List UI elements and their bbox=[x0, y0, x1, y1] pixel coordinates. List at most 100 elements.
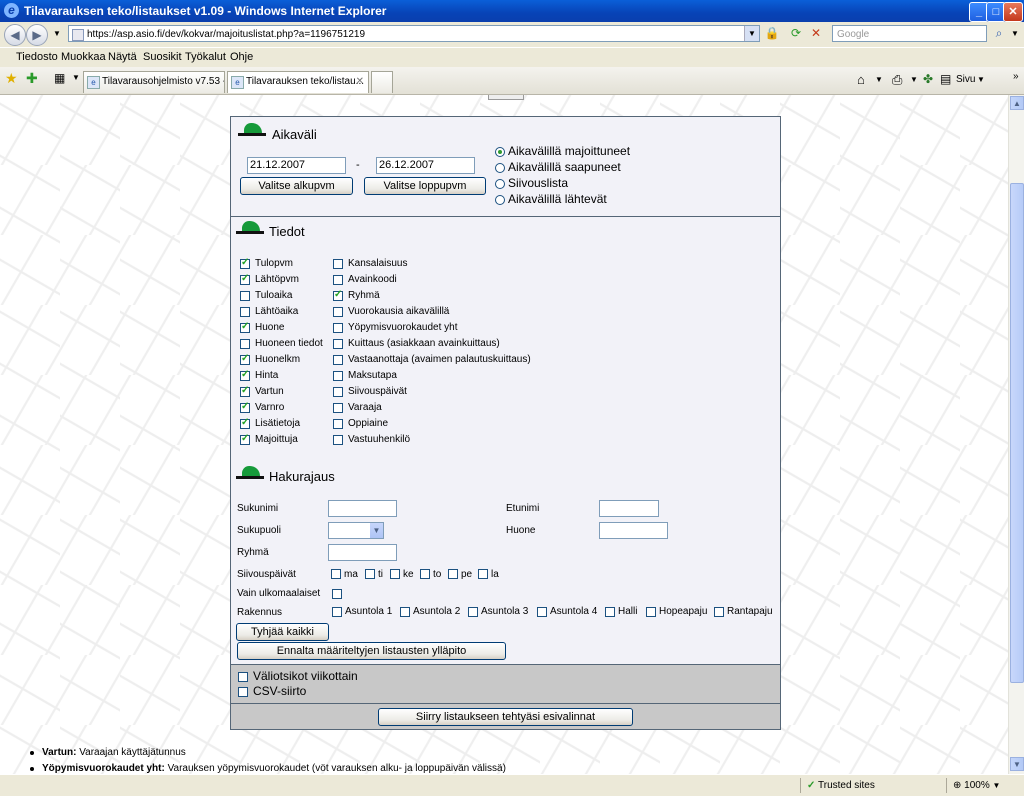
checkbox-9[interactable] bbox=[333, 403, 343, 413]
page-menu-label[interactable]: Sivu bbox=[956, 74, 975, 85]
etunimi-input[interactable] bbox=[599, 500, 659, 517]
building-checkbox-0[interactable] bbox=[332, 607, 342, 617]
checkbox-1[interactable] bbox=[333, 275, 343, 285]
checkbox-3[interactable] bbox=[333, 307, 343, 317]
submit-button[interactable]: Siirry listaukseen tehtyäsi esivalinnat bbox=[378, 708, 633, 726]
checkbox-0[interactable] bbox=[240, 257, 250, 269]
radio-majoittuneet[interactable] bbox=[495, 147, 505, 157]
menu-tyokalut[interactable]: Työkalut bbox=[185, 51, 226, 63]
address-input[interactable]: https://asp.asio.fi/dev/kokvar/majoitusl… bbox=[68, 25, 760, 42]
checkbox-5[interactable] bbox=[333, 339, 343, 349]
back-button[interactable]: ◀ bbox=[4, 24, 26, 46]
search-options-icon[interactable]: ▼ bbox=[1006, 25, 1024, 42]
building-checkbox-2[interactable] bbox=[468, 607, 478, 617]
day-checkbox-ke[interactable] bbox=[390, 569, 400, 579]
page-menu-icon[interactable]: ▤ bbox=[940, 72, 951, 86]
page-menu-dropdown-icon[interactable]: ▼ bbox=[977, 75, 985, 84]
day-checkbox-ma[interactable] bbox=[331, 569, 341, 579]
aikavali-section: Aikaväli 21.12.2007 - 26.12.2007 Valitse… bbox=[231, 117, 780, 217]
building-checkbox-4[interactable] bbox=[605, 607, 615, 617]
home-dropdown-icon[interactable]: ▼ bbox=[875, 75, 883, 84]
menu-muokkaa[interactable]: Muokkaa bbox=[61, 51, 106, 63]
note-text: Varauksen yöpymisvuorokaudet (vöt varauk… bbox=[164, 763, 506, 774]
start-date-input[interactable]: 21.12.2007 bbox=[247, 157, 346, 174]
day-checkbox-to[interactable] bbox=[420, 569, 430, 579]
checkbox-10[interactable] bbox=[240, 417, 250, 429]
scroll-down-icon[interactable]: ▼ bbox=[1010, 757, 1024, 771]
checkbox-10[interactable] bbox=[333, 419, 343, 429]
clear-all-button[interactable]: Tyhjää kaikki bbox=[236, 623, 329, 641]
search-input[interactable]: Google bbox=[832, 25, 987, 42]
menu-ohje[interactable]: Ohje bbox=[230, 51, 253, 63]
lock-icon[interactable]: 🔒 bbox=[763, 25, 781, 42]
checkbox-2[interactable] bbox=[240, 291, 250, 301]
menu-suosikit[interactable]: Suosikit bbox=[143, 51, 182, 63]
address-dropdown-icon[interactable]: ▼ bbox=[744, 26, 759, 41]
menu-nayta[interactable]: Näytä bbox=[108, 51, 137, 63]
vain-ulkomaalaiset-checkbox[interactable] bbox=[332, 589, 342, 599]
checkbox-11[interactable] bbox=[333, 435, 343, 445]
security-zone[interactable]: ✓ Trusted sites bbox=[800, 778, 947, 793]
stop-icon[interactable]: ✕ bbox=[807, 25, 825, 42]
radio-label: Aikavälillä saapuneet bbox=[508, 160, 621, 174]
print-icon[interactable]: ⎙ bbox=[892, 72, 902, 88]
tab-tilavarauksen-teko[interactable]: e Tilavarauksen teko/listau... ✕ bbox=[227, 71, 369, 93]
checkbox-7[interactable] bbox=[240, 369, 250, 381]
more-tools-icon[interactable]: » bbox=[1013, 71, 1019, 82]
add-favorite-icon[interactable]: ✚ bbox=[26, 70, 38, 87]
checkbox-6[interactable] bbox=[240, 353, 250, 365]
checkbox-7[interactable] bbox=[333, 371, 343, 381]
new-tab-button[interactable] bbox=[371, 71, 393, 93]
checkbox-11[interactable] bbox=[240, 433, 250, 445]
building-checkbox-1[interactable] bbox=[400, 607, 410, 617]
building-checkbox-6[interactable] bbox=[714, 607, 724, 617]
chevron-down-icon: ▼ bbox=[370, 523, 383, 538]
valiotsikot-checkbox[interactable] bbox=[238, 672, 248, 682]
scroll-thumb[interactable] bbox=[1010, 183, 1024, 683]
predefined-lists-button[interactable]: Ennalta määriteltyjen listausten ylläpit… bbox=[237, 642, 506, 660]
ryhma-input[interactable] bbox=[328, 544, 397, 561]
checkbox-3[interactable] bbox=[240, 307, 250, 317]
checkbox-5[interactable] bbox=[240, 339, 250, 349]
home-icon[interactable]: ⌂ bbox=[857, 72, 865, 87]
sukunimi-input[interactable] bbox=[328, 500, 397, 517]
menu-tiedosto[interactable]: Tiedosto bbox=[16, 51, 58, 63]
radio-siivouslista[interactable] bbox=[495, 179, 505, 189]
day-checkbox-la[interactable] bbox=[478, 569, 488, 579]
favorites-star-icon[interactable]: ★ bbox=[5, 70, 18, 87]
checkbox-0[interactable] bbox=[333, 259, 343, 269]
building-checkbox-3[interactable] bbox=[537, 607, 547, 617]
checkbox-4[interactable] bbox=[240, 321, 250, 333]
end-date-button[interactable]: Valitse loppupvm bbox=[364, 177, 486, 195]
tab-list-icon[interactable]: ▼ bbox=[72, 73, 80, 82]
checkbox-2[interactable] bbox=[333, 289, 343, 301]
refresh-icon[interactable]: ⟳ bbox=[787, 25, 805, 42]
radio-saapuneet[interactable] bbox=[495, 163, 505, 173]
forward-button[interactable]: ▶ bbox=[26, 24, 48, 46]
close-tab-icon[interactable]: ✕ bbox=[356, 72, 364, 92]
checkbox-8[interactable] bbox=[333, 387, 343, 397]
zoom-control[interactable]: ⊕ 100% ▼ bbox=[946, 778, 1024, 793]
scroll-up-icon[interactable]: ▲ bbox=[1010, 96, 1024, 110]
tab-tilavarausohjelmisto[interactable]: e Tilavarausohjelmisto v7.53 - ... bbox=[83, 71, 225, 93]
feeds-icon[interactable]: ✤ bbox=[923, 72, 933, 86]
csv-checkbox[interactable] bbox=[238, 687, 248, 697]
checkbox-1[interactable] bbox=[240, 273, 250, 285]
day-checkbox-pe[interactable] bbox=[448, 569, 458, 579]
building-checkbox-5[interactable] bbox=[646, 607, 656, 617]
sukupuoli-select[interactable]: ▼ bbox=[328, 522, 384, 539]
checkbox-8[interactable] bbox=[240, 385, 250, 397]
radio-lahtevat[interactable] bbox=[495, 195, 505, 205]
print-dropdown-icon[interactable]: ▼ bbox=[910, 75, 918, 84]
end-date-input[interactable]: 26.12.2007 bbox=[376, 157, 475, 174]
huone-input[interactable] bbox=[599, 522, 668, 539]
vertical-scrollbar[interactable]: ▲ ▼ bbox=[1008, 95, 1024, 774]
day-checkbox-ti[interactable] bbox=[365, 569, 375, 579]
close-button[interactable]: ✕ bbox=[1003, 2, 1023, 22]
start-date-button[interactable]: Valitse alkupvm bbox=[240, 177, 353, 195]
history-dropdown-icon[interactable]: ▼ bbox=[48, 25, 66, 42]
quick-tabs-icon[interactable]: ▦ bbox=[54, 71, 65, 85]
checkbox-4[interactable] bbox=[333, 323, 343, 333]
checkbox-6[interactable] bbox=[333, 355, 343, 365]
checkbox-9[interactable] bbox=[240, 401, 250, 413]
